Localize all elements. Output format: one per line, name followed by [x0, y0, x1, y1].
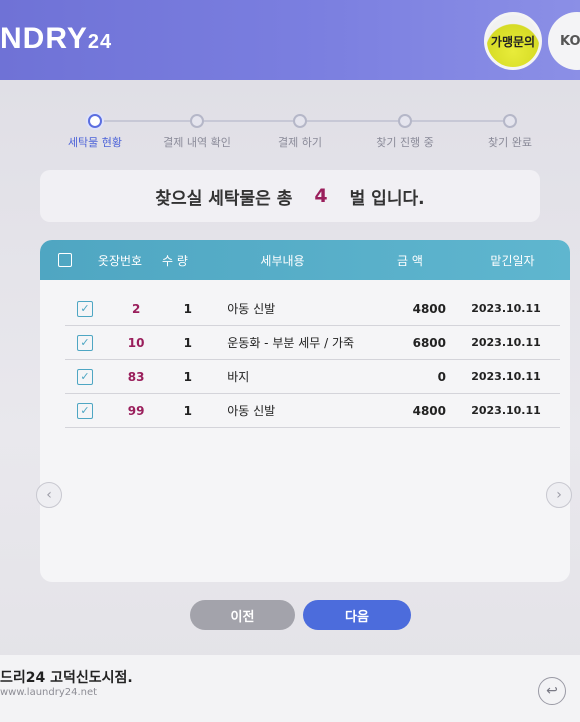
step-dot: [293, 114, 307, 128]
date: 2023.10.11: [471, 302, 541, 315]
details: 아동 신발: [227, 302, 276, 316]
select-all-cell: [40, 253, 90, 267]
step-label: 찾기 완료: [488, 136, 532, 149]
header-details: 세부내용: [260, 253, 305, 268]
back-icon[interactable]: ↩: [538, 677, 566, 705]
step-pay: 결제 하기: [255, 114, 345, 150]
step-label: 결제 내역 확인: [163, 136, 231, 149]
quantity: 1: [183, 335, 192, 350]
next-button[interactable]: 다음: [303, 600, 411, 630]
item-count-summary: 찾으실 세탁물은 총 4 벌 입니다.: [40, 170, 540, 222]
step-dot: [503, 114, 517, 128]
summary-suffix: 벌 입니다.: [349, 188, 425, 209]
store-name: 드리24 고덕신도시점.: [0, 670, 133, 686]
header-quantity: 수 량: [162, 253, 188, 268]
amount: 4800: [412, 403, 447, 418]
item-count: 4: [314, 185, 328, 207]
row-checkbox-cell: ✓: [65, 300, 108, 317]
select-all-checkbox[interactable]: [58, 253, 72, 267]
laundry-table: 옷장번호 수 량 세부내용 금 액 맡긴일자 ✓ 2 1 아동 신발 4800 …: [40, 240, 570, 582]
step-payment-review: 결제 내역 확인: [152, 114, 242, 150]
table-row[interactable]: ✓ 10 1 운동화 - 부분 세무 / 가죽 6800 2023.10.11: [65, 326, 560, 360]
step-label: 찾기 진행 중: [376, 136, 434, 149]
step-dot: [88, 114, 102, 128]
app-header: NDRY24 가맹문의 KO: [0, 0, 580, 80]
step-pickup-complete: 찾기 완료: [465, 114, 555, 150]
table-row[interactable]: ✓ 99 1 아동 신발 4800 2023.10.11: [65, 394, 560, 428]
prev-button[interactable]: 이전: [190, 600, 295, 630]
quantity: 1: [183, 301, 192, 316]
summary-prefix: 찾으실 세탁물은 총: [155, 188, 293, 209]
row-checkbox[interactable]: ✓: [77, 300, 93, 317]
step-pickup-progress: 찾기 진행 중: [360, 114, 450, 150]
language-button[interactable]: KO: [548, 12, 580, 70]
details: 운동화 - 부분 세무 / 가죽: [227, 336, 355, 350]
franchise-inquiry-button[interactable]: 가맹문의: [484, 12, 542, 70]
row-checkbox-cell: ✓: [65, 368, 108, 385]
details: 바지: [227, 370, 250, 384]
chevron-right-icon[interactable]: ›: [546, 482, 572, 508]
table-row[interactable]: ✓ 83 1 바지 0 2023.10.11: [65, 360, 560, 394]
locker-number: 83: [127, 369, 145, 384]
date: 2023.10.11: [471, 404, 541, 417]
header-amount: 금 액: [397, 253, 423, 268]
locker-number: 10: [127, 335, 145, 350]
main-panel: 세탁물 현황 결제 내역 확인 결제 하기 찾기 진행 중 찾기 완료 찾으실 …: [0, 80, 580, 670]
table-body: ✓ 2 1 아동 신발 4800 2023.10.11 ✓ 10 1 운동화 -…: [40, 280, 570, 428]
footer: 드리24 고덕신도시점. www.laundry24.net ↩: [0, 655, 580, 722]
locker-number: 2: [131, 301, 141, 316]
step-dot: [190, 114, 204, 128]
date: 2023.10.11: [471, 370, 541, 383]
row-checkbox-cell: ✓: [65, 402, 108, 419]
header-date: 맡긴일자: [490, 253, 535, 268]
row-checkbox[interactable]: ✓: [77, 368, 93, 385]
step-label: 세탁물 현황: [67, 136, 123, 149]
header-locker-number: 옷장번호: [97, 253, 143, 268]
amount: 4800: [412, 301, 447, 316]
step-label: 결제 하기: [278, 136, 322, 149]
details: 아동 신발: [227, 404, 276, 418]
table-row[interactable]: ✓ 2 1 아동 신발 4800 2023.10.11: [65, 292, 560, 326]
row-checkbox[interactable]: ✓: [77, 334, 93, 351]
table-header: 옷장번호 수 량 세부내용 금 액 맡긴일자: [40, 240, 570, 280]
quantity: 1: [183, 403, 192, 418]
logo: NDRY24: [0, 22, 113, 55]
quantity: 1: [183, 369, 192, 384]
amount: 6800: [412, 335, 447, 350]
chevron-left-icon[interactable]: ‹: [36, 482, 62, 508]
date: 2023.10.11: [471, 336, 541, 349]
step-dot: [398, 114, 412, 128]
amount: 0: [437, 369, 447, 384]
row-checkbox-cell: ✓: [65, 334, 108, 351]
site-url: www.laundry24.net: [0, 687, 98, 698]
row-checkbox[interactable]: ✓: [77, 402, 93, 419]
locker-number: 99: [127, 403, 145, 418]
step-laundry-status: 세탁물 현황: [50, 114, 140, 150]
